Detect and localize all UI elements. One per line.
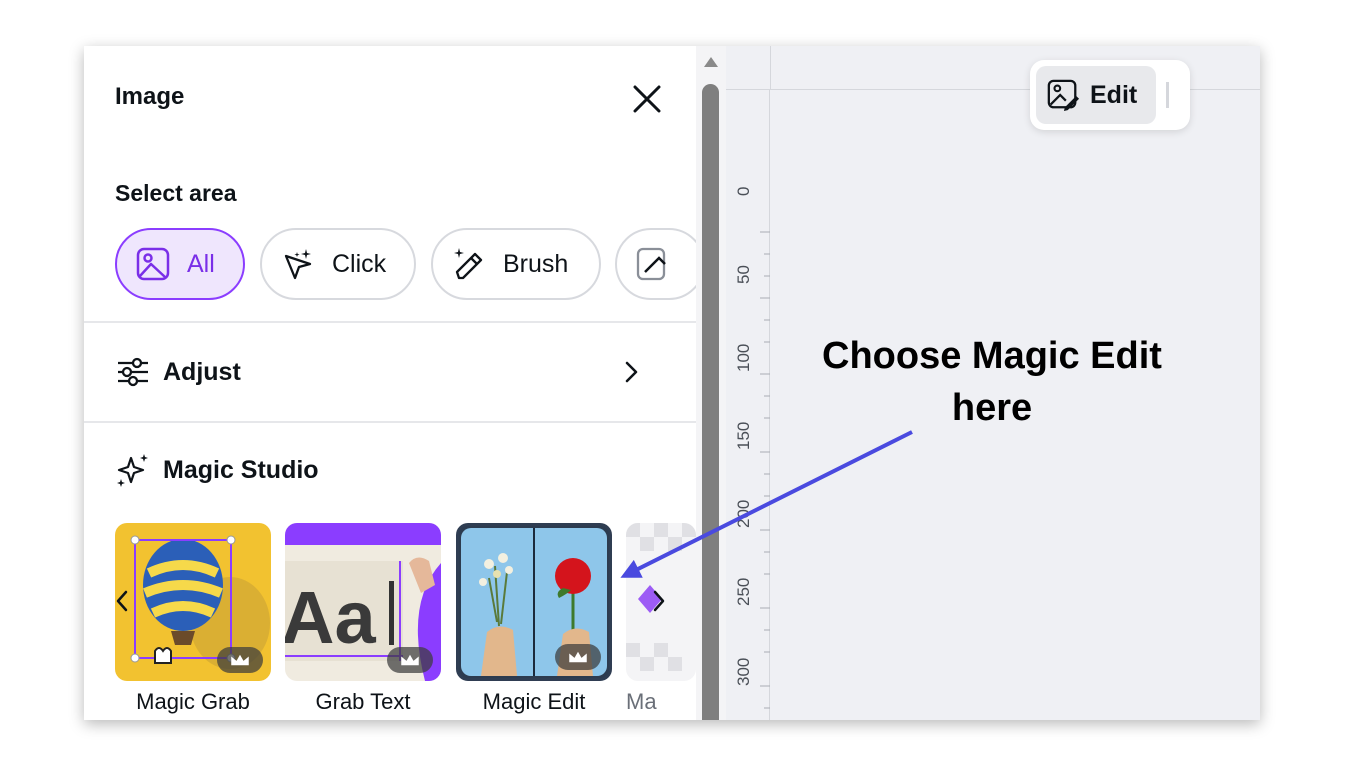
carousel-next-icon[interactable] (646, 588, 670, 614)
chevron-right-icon (625, 361, 638, 383)
scroll-thumb[interactable] (702, 84, 719, 720)
sparkle-cursor-icon (284, 249, 312, 280)
edit-button[interactable]: Edit (1036, 66, 1156, 124)
crown-icon (387, 647, 433, 673)
select-click-button[interactable]: Click (260, 228, 416, 300)
grab-text-tile[interactable]: Aa (285, 523, 441, 681)
tile-label-partial: Ma (626, 689, 657, 714)
magic-brush-icon (454, 248, 483, 280)
panel-scrollbar[interactable] (696, 46, 726, 720)
chip-label: Brush (503, 249, 569, 278)
toolbar-separator (1166, 82, 1169, 108)
scroll-up-arrow-icon[interactable] (703, 56, 719, 68)
vertical-ruler: 0 50 100 150 200 250 300 (726, 90, 770, 720)
select-all-button[interactable]: All (115, 228, 245, 300)
chip-label: Click (332, 249, 387, 278)
select-area-label: Select area (115, 180, 237, 206)
crown-icon (217, 647, 263, 673)
sliders-icon (118, 357, 148, 387)
annotation-line: here (951, 387, 1033, 429)
close-icon[interactable] (630, 82, 664, 116)
svg-text:Aa: Aa (285, 576, 376, 659)
edit-label: Edit (1090, 80, 1138, 109)
tile-label-magic-grab: Magic Grab (136, 689, 250, 714)
annotation-callout: Choose Magic Edit here (812, 330, 1172, 434)
magic-grab-tile[interactable] (115, 523, 271, 681)
annotation-line: Choose Magic Edit (822, 335, 1162, 377)
chip-label: All (187, 249, 215, 278)
divider (84, 421, 696, 423)
adjust-row[interactable]: Adjust (115, 352, 645, 392)
image-icon (136, 247, 170, 281)
edit-toolbar: Edit (1030, 60, 1190, 130)
carousel-prev-icon[interactable] (112, 588, 134, 614)
select-more-button[interactable] (615, 228, 696, 300)
magic-studio-label: Magic Studio (163, 455, 319, 484)
tile-label-magic-edit: Magic Edit (482, 689, 586, 714)
image-edit-panel: Image Select area All Click Brush Adjust (84, 46, 696, 720)
image-edit-icon (1047, 79, 1080, 112)
app-window: Image Select area All Click Brush Adjust (84, 46, 1260, 720)
ruler-ticks (760, 231, 770, 709)
magic-edit-tile[interactable] (456, 523, 612, 681)
divider (84, 321, 696, 323)
panel-title: Image (115, 83, 185, 110)
sparkles-icon (117, 454, 148, 487)
crown-icon (555, 644, 601, 670)
magic-studio-header: Magic Studio (115, 452, 319, 488)
select-brush-button[interactable]: Brush (431, 228, 601, 300)
image-edit-icon (636, 247, 666, 281)
adjust-label: Adjust (163, 357, 241, 386)
tile-label-grab-text: Grab Text (315, 689, 411, 714)
